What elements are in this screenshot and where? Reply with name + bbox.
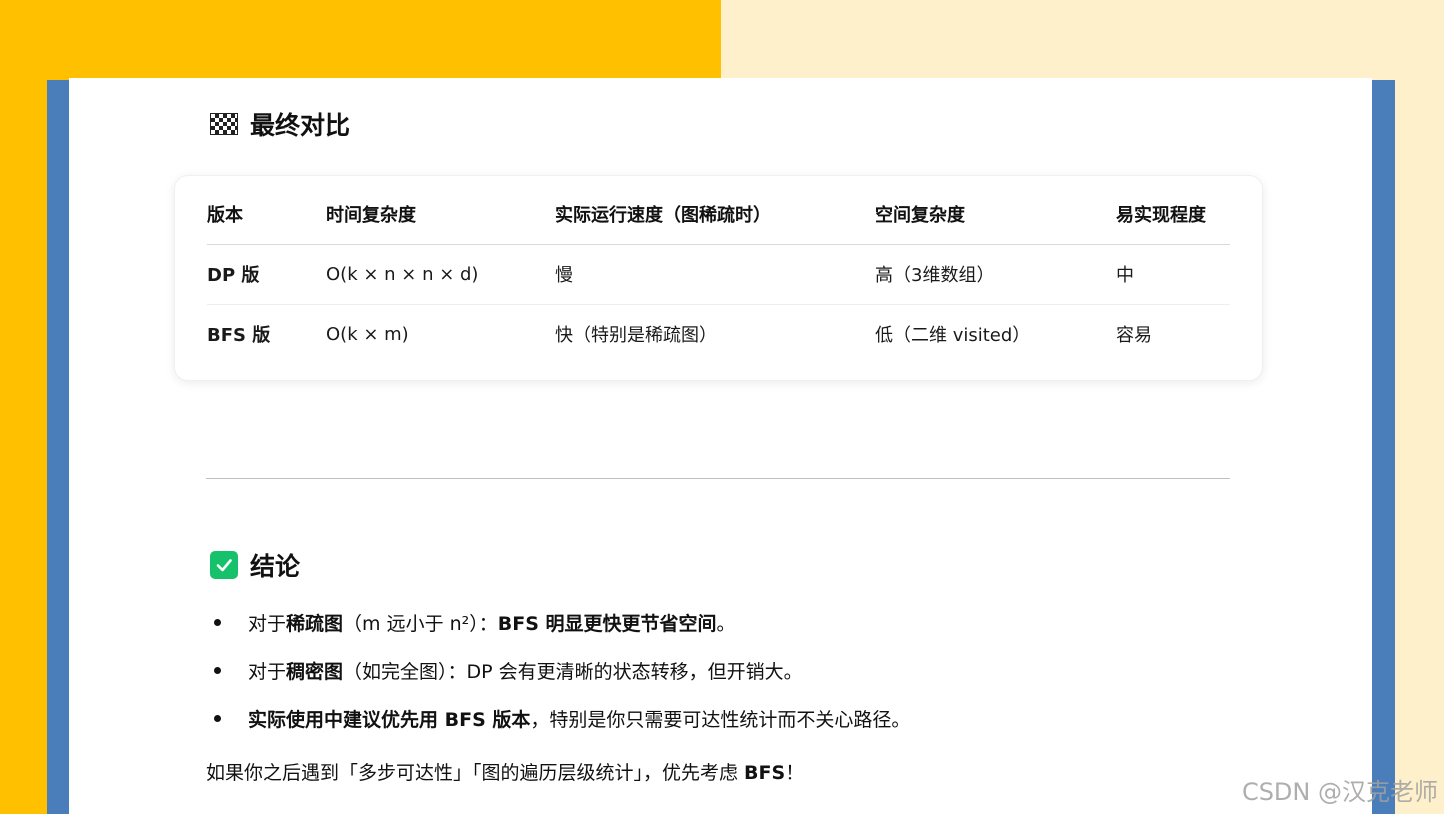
watermark: CSDN @汉克老师: [1241, 778, 1438, 806]
conclusion-list: 对于 稀疏图 （m 远小于 n²）： BFS 明显更快更节省空间。 对于 稠密图 （如完全…: [214, 598, 1234, 742]
table-row: DP 版 O(k × n × n × d) 慢 高（3维数组） 中: [207, 244, 1230, 305]
list-item: 对于 稠密图 （如完全图）：DP 会有更清晰的状态转移，但开销大。: [214, 646, 1234, 694]
header-actual-speed: 实际运行速度（图稀疏时）: [555, 184, 875, 245]
table-cell: 慢: [555, 244, 875, 305]
bullet-dot: [214, 618, 221, 626]
table-cell: 中: [1116, 244, 1230, 305]
table-cell: BFS 版: [207, 325, 271, 347]
header-space-complexity: 空间复杂度: [875, 184, 1116, 245]
list-item-text: （m 远小于 n²）：: [343, 612, 498, 635]
table-cell: 低（二维 visited）: [875, 325, 1031, 347]
table-cell: DP 版: [207, 244, 326, 305]
bullet-dot: [214, 714, 221, 722]
table-cell: O(k × n × n × d): [326, 244, 555, 305]
bullet-dot: [214, 666, 221, 674]
list-item-bold-text: BFS 明显更快更节省空间: [497, 612, 717, 635]
list-item-bold-text: 实际使用中建议优先用 BFS 版本: [248, 708, 531, 731]
section-heading-conclusion: 结论: [210, 547, 300, 583]
header-ease-of-implementation: 易实现程度: [1116, 184, 1230, 245]
table-cell: 容易: [1116, 325, 1152, 347]
section-heading-comparison: 最终对比: [210, 106, 350, 142]
table-cell: 快（特别是稀疏图）: [555, 325, 717, 347]
section-title-conclusion: 结论: [250, 552, 301, 581]
list-item-text: 对于: [248, 612, 287, 635]
closing-bold-text: BFS: [744, 762, 786, 784]
closing-paragraph: 如果你之后遇到「多步可达性」「图的遍历层级统计」，优先考虑 BFS！: [206, 758, 804, 785]
list-item-bold-text: 稀疏图: [286, 612, 344, 635]
list-item-text: 。: [716, 612, 736, 635]
closing-text: 如果你之后遇到「多步可达性」「图的遍历层级统计」，优先考虑: [206, 762, 745, 784]
check-mark-icon: [210, 551, 238, 579]
header-time-complexity: 时间复杂度: [326, 184, 555, 245]
list-item: 对于 稀疏图 （m 远小于 n²）： BFS 明显更快更节省空间。: [214, 598, 1234, 646]
list-item-text: ，特别是你只需要可达性统计而不关心路径。: [530, 708, 911, 731]
table-header-row: 版本 时间复杂度 实际运行速度（图稀疏时） 空间复杂度 易实现程度: [207, 184, 1230, 245]
header-version: 版本: [207, 184, 326, 245]
checkered-flag-icon: [210, 113, 238, 135]
section-title-comparison: 最终对比: [250, 111, 351, 140]
comparison-table-card: 版本 时间复杂度 实际运行速度（图稀疏时） 空间复杂度 易实现程度 DP 版 O…: [174, 175, 1263, 381]
list-item-text: （如完全图）：DP 会有更清晰的状态转移，但开销大。: [343, 660, 803, 683]
table-cell: O(k × m): [326, 323, 409, 345]
closing-end-text: ！: [785, 762, 805, 784]
list-item: 实际使用中建议优先用 BFS 版本 ，特别是你只需要可达性统计而不关心路径。: [214, 694, 1234, 742]
comparison-table: 版本 时间复杂度 实际运行速度（图稀疏时） 空间复杂度 易实现程度 DP 版 O…: [207, 184, 1230, 364]
table-cell: 高（3维数组）: [875, 244, 1116, 305]
horizontal-rule: [206, 478, 1230, 479]
list-item-text: 对于: [248, 660, 287, 683]
list-item-bold-text: 稠密图: [286, 660, 344, 683]
table-row: BFS 版 O(k × m) 快（特别是稀疏图） 低（二维 visited） 容…: [207, 304, 1230, 364]
